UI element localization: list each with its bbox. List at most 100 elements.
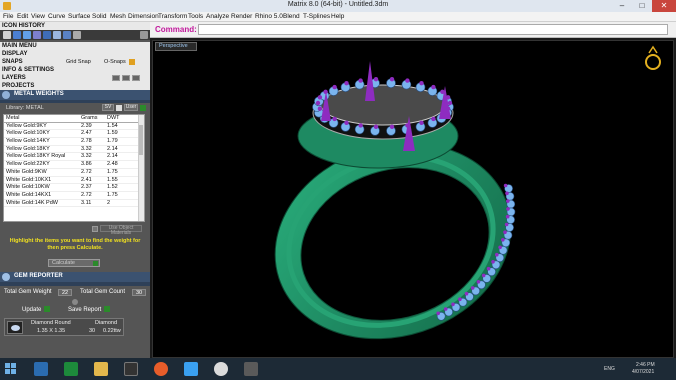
halo-prong — [315, 100, 321, 106]
app-icon[interactable] — [124, 362, 138, 376]
menu-dimension[interactable]: Dimension — [128, 13, 159, 20]
tool-g-icon[interactable] — [73, 31, 81, 39]
menu-transform[interactable]: Transform — [158, 13, 187, 20]
table-row[interactable]: Yellow Gold:9KY 2.39 1.54 — [4, 123, 144, 131]
snap-settings-icon[interactable] — [129, 59, 135, 65]
command-input[interactable] — [198, 24, 668, 35]
table-row[interactable]: Yellow Gold:18KY Royal 3.32 2.14 — [4, 153, 144, 162]
projects-header[interactable]: PROJECTS — [0, 82, 150, 90]
close-button[interactable]: ✕ — [652, 0, 676, 12]
band-prong — [476, 280, 481, 284]
col-metal[interactable]: Metal — [6, 115, 19, 122]
total-gem-count-label: Total Gem Count — [80, 289, 126, 295]
minimize-button[interactable]: – — [612, 0, 632, 12]
go-icon — [104, 306, 111, 313]
table-row[interactable]: Yellow Gold:10KY 2.47 1.59 — [4, 130, 144, 139]
collapse-icon[interactable] — [140, 31, 148, 39]
cursor-icon[interactable] — [3, 31, 11, 39]
table-row[interactable]: Yellow Gold:18KY 3.32 2.14 — [4, 146, 144, 154]
maximize-button[interactable]: □ — [632, 0, 652, 12]
perspective-viewport[interactable]: Perspective — [152, 40, 674, 358]
scroll-thumb[interactable] — [139, 125, 143, 155]
layer-tool-icon[interactable] — [132, 75, 140, 81]
clock-time[interactable]: 2:46 PM — [636, 362, 655, 368]
grams-value: 2.41 — [81, 176, 92, 183]
table-row[interactable]: White Gold:10KW 2.37 1.52 — [4, 184, 144, 192]
menu-file[interactable]: File — [3, 13, 13, 20]
table-row[interactable]: White Gold:10KX1 2.41 1.55 — [4, 177, 144, 185]
ie-icon[interactable] — [34, 362, 48, 376]
menu-analyze[interactable]: Analyze — [206, 13, 229, 20]
info-settings-header[interactable]: INFO & SETTINGS — [0, 66, 150, 74]
menu-blend[interactable]: Blend — [283, 13, 300, 20]
halo-prong — [389, 77, 395, 82]
table-row[interactable]: Yellow Gold:14KY 2.78 1.79 — [4, 138, 144, 146]
menu-rhino[interactable]: Rhino 5.0 — [255, 13, 283, 20]
calculate-label: Calculate — [52, 260, 75, 266]
grams-value: 2.78 — [81, 138, 92, 145]
band-prong — [451, 302, 455, 307]
menu-tsplines[interactable]: T-Splines — [303, 13, 330, 20]
table-scrollbar[interactable] — [138, 115, 144, 221]
menu-curve[interactable]: Curve — [48, 13, 65, 20]
ring-logo-icon[interactable] — [645, 45, 661, 70]
menu-view[interactable]: View — [31, 13, 45, 20]
use-object-materials-checkbox[interactable] — [92, 226, 98, 232]
gem-reporter-mode-icon[interactable] — [72, 299, 78, 305]
firefox-icon[interactable] — [154, 362, 168, 376]
sv-button[interactable]: SV — [102, 104, 114, 111]
language-indicator[interactable]: ENG — [604, 366, 615, 372]
main-menu-header[interactable]: MAIN MENU — [0, 42, 150, 50]
tool-a-icon[interactable] — [13, 31, 21, 39]
tool-c-icon[interactable] — [33, 31, 41, 39]
file-explorer-icon[interactable] — [94, 362, 108, 376]
table-row[interactable]: Yellow Gold:22KY 3.86 2.48 — [4, 161, 144, 169]
band-prong — [486, 266, 491, 271]
table-row[interactable]: White Gold:14K PdW 3.11 2 — [4, 200, 144, 208]
chrome-icon[interactable] — [214, 362, 228, 376]
metal-name: White Gold:9KW — [6, 168, 47, 175]
tool-d-icon[interactable] — [43, 31, 51, 39]
menu-tools[interactable]: Tools — [188, 13, 203, 20]
table-row[interactable]: White Gold:14KX1 2.72 1.75 — [4, 192, 144, 200]
clock-date[interactable]: 4/07/2021 — [632, 369, 654, 375]
menu-surface[interactable]: Surface — [68, 13, 90, 20]
layers-label[interactable]: LAYERS — [2, 75, 26, 81]
tool-b-icon[interactable] — [23, 31, 31, 39]
store-icon[interactable] — [64, 362, 78, 376]
halo-prong — [419, 120, 424, 126]
dwt-value: 1.55 — [107, 176, 118, 183]
table-row[interactable]: White Gold:9KW 2.72 1.75 — [4, 169, 144, 177]
col-dwt[interactable]: DWT — [107, 115, 120, 122]
tool-e-icon[interactable] — [53, 31, 61, 39]
ring-model[interactable] — [153, 41, 675, 359]
layer-tool-icon[interactable] — [112, 75, 120, 81]
menu-render[interactable]: Render — [231, 13, 252, 20]
grid-snap-toggle[interactable]: Grid Snap — [66, 58, 91, 66]
layer-tool-icon[interactable] — [122, 75, 130, 81]
menu-mesh[interactable]: Mesh — [110, 13, 126, 20]
save-report-button[interactable]: Save Report — [68, 306, 111, 314]
sv-checkbox[interactable] — [116, 105, 122, 111]
display-header[interactable]: DISPLAY — [0, 50, 150, 58]
menu-edit[interactable]: Edit — [17, 13, 28, 20]
col-grams[interactable]: Grams — [81, 115, 98, 122]
calculate-button[interactable]: Calculate — [48, 259, 100, 267]
user-button[interactable]: User — [124, 104, 138, 111]
menu-help[interactable]: Help — [331, 13, 344, 20]
tool-f-icon[interactable] — [63, 31, 71, 39]
ring-head-top — [320, 84, 446, 126]
snaps-label[interactable]: SNAPS — [2, 59, 23, 65]
icon-history-header[interactable]: ICON HISTORY — [0, 22, 150, 30]
viewport-tab-perspective[interactable]: Perspective — [155, 42, 197, 51]
gem-card[interactable]: Diamond Round 1.35 X 1.35 Diamond 30 0.2… — [4, 318, 124, 336]
app-icon[interactable] — [244, 362, 258, 376]
update-button[interactable]: Update — [22, 306, 51, 314]
use-object-materials-button[interactable]: Use Object Materials — [100, 225, 142, 236]
user-checkbox[interactable] — [140, 105, 146, 111]
app-icon[interactable] — [184, 362, 198, 376]
grams-value: 3.32 — [81, 153, 92, 160]
o-snaps-toggle[interactable]: O-Snaps — [104, 58, 126, 66]
start-button[interactable] — [4, 362, 18, 376]
menu-solid[interactable]: Solid — [92, 13, 106, 20]
